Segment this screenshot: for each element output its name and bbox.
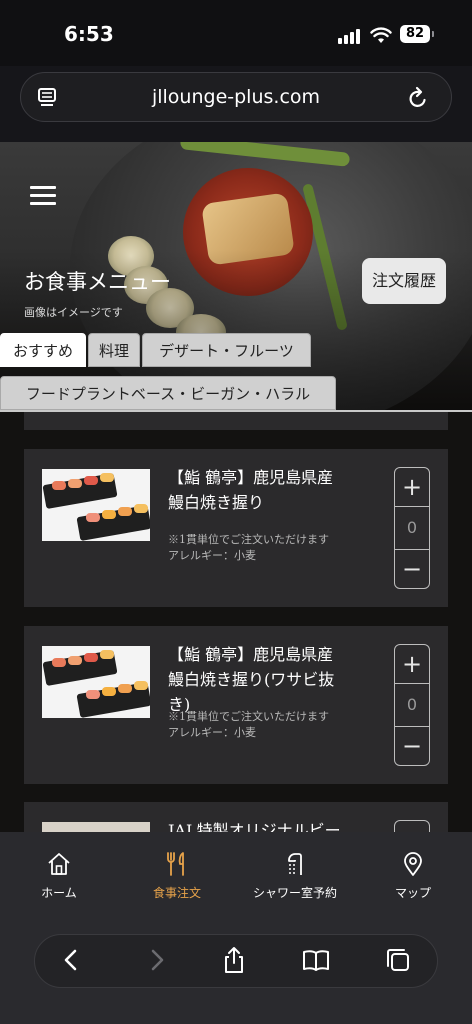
quantity-stepper[interactable]: + <box>394 820 430 832</box>
increment-button[interactable]: + <box>395 468 429 507</box>
status-bar: 6:53 82 <box>0 0 472 66</box>
sushi-image <box>42 646 150 718</box>
battery-tip <box>432 31 434 37</box>
tab-recommended[interactable]: おすすめ <box>0 333 86 367</box>
item-allergy: アレルギー：小麦 <box>168 726 256 739</box>
menu-item-card-partial <box>24 412 448 430</box>
nav-map-label: マップ <box>394 886 431 900</box>
fork-knife-icon <box>167 852 184 876</box>
nav-home[interactable]: ホーム <box>0 842 118 901</box>
quantity-value: 0 <box>406 518 418 537</box>
tab-dishes[interactable]: 料理 <box>88 333 140 367</box>
bottom-navigation: ホーム 食事注文 シャワー室予約 マップ <box>0 832 472 928</box>
url-text[interactable]: jllounge-plus.com <box>21 86 451 108</box>
item-name: 【鮨 鶴亭】鹿児島県産 鰻白焼き握り <box>168 468 334 512</box>
forward-icon[interactable] <box>142 946 170 974</box>
order-history-button[interactable]: 注文履歴 <box>362 258 446 304</box>
menu-list[interactable]: 【鮨 鶴亭】鹿児島県産 鰻白焼き握り ※1貫単位でご注文いただけます アレルギー… <box>0 412 472 832</box>
food-image <box>42 822 150 832</box>
browser-toolbar <box>0 928 472 1024</box>
quantity-value: 0 <box>406 695 418 714</box>
quantity-stepper[interactable]: + 0 − <box>394 467 430 589</box>
tab-dessert-fruit[interactable]: デザート・フルーツ <box>142 333 311 367</box>
decrement-button[interactable]: − <box>395 549 429 588</box>
home-icon <box>48 853 70 875</box>
menu-item-card: 【鮨 鶴亭】鹿児島県産 鰻白焼き握り ※1貫単位でご注文いただけます アレルギー… <box>24 449 448 607</box>
increment-button[interactable]: + <box>395 821 429 832</box>
bookmarks-icon[interactable] <box>302 946 330 974</box>
item-order-note: ※1貫単位でご注文いただけます <box>168 710 329 723</box>
tab-plant-based-vegan-halal[interactable]: フードプラントベース・ビーガン・ハラル <box>0 376 336 410</box>
sushi-image <box>42 469 150 541</box>
nav-shower-reservation[interactable]: シャワー室予約 <box>236 842 354 901</box>
battery-indicator: 82 <box>400 25 430 43</box>
menu-item-card: JAL特製オリジナルビーフ + <box>24 802 448 832</box>
menu-item-card: 【鮨 鶴亭】鹿児島県産 鰻白焼き握り(ワサビ抜き) ※1貫単位でご注文いただけま… <box>24 626 448 784</box>
nav-shower-reservation-label: シャワー室予約 <box>252 886 337 900</box>
decrement-button[interactable]: − <box>395 726 429 765</box>
nav-food-order-label: 食事注文 <box>152 886 201 900</box>
item-name: JAL特製オリジナルビーフ <box>168 821 341 832</box>
cellular-signal-icon <box>338 28 362 44</box>
back-icon[interactable] <box>58 946 86 974</box>
wifi-icon <box>370 27 392 43</box>
nav-map[interactable]: マップ <box>354 842 472 901</box>
status-time: 6:53 <box>64 22 114 46</box>
nav-food-order[interactable]: 食事注文 <box>118 842 236 901</box>
image-note: 画像はイメージです <box>24 306 123 319</box>
increment-button[interactable]: + <box>395 645 429 684</box>
item-order-note: ※1貫単位でご注文いただけます <box>168 533 329 546</box>
item-allergy: アレルギー：小麦 <box>168 549 256 562</box>
tabs-icon[interactable] <box>384 946 412 974</box>
share-icon[interactable] <box>220 946 248 974</box>
page-title: お食事メニュー <box>24 270 171 294</box>
quantity-stepper[interactable]: + 0 − <box>394 644 430 766</box>
item-name: 【鮨 鶴亭】鹿児島県産 鰻白焼き握り(ワサビ抜き) <box>168 645 335 714</box>
shower-icon <box>288 853 302 875</box>
hamburger-menu-icon[interactable] <box>30 186 56 206</box>
nav-home-label: ホーム <box>41 886 77 900</box>
address-bar[interactable]: jllounge-plus.com <box>20 72 452 122</box>
reload-icon[interactable] <box>407 86 429 110</box>
map-pin-icon <box>404 852 422 876</box>
